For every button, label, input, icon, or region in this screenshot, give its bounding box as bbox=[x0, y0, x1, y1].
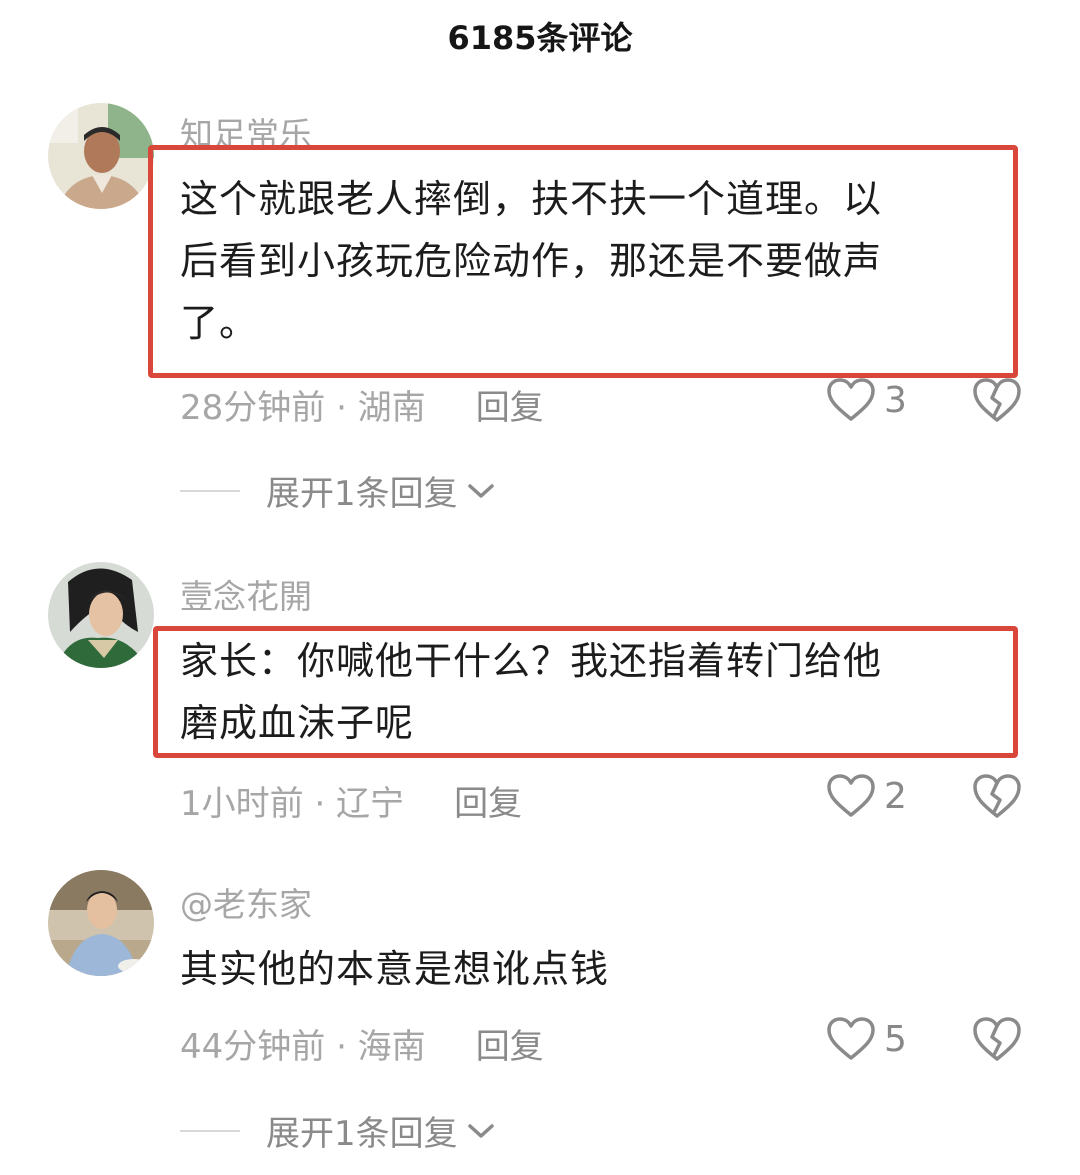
username[interactable]: 壹念花開 bbox=[180, 570, 312, 618]
like-button[interactable]: 3 bbox=[826, 377, 907, 423]
dislike-button[interactable] bbox=[972, 376, 1022, 424]
expand-replies-label: 展开1条回复 bbox=[266, 474, 458, 514]
time-location: 1小时前 · 辽宁 bbox=[180, 784, 405, 824]
expand-replies-button[interactable]: 展开1条回复 bbox=[180, 1106, 496, 1155]
highlight-box bbox=[148, 145, 1018, 378]
chevron-down-icon bbox=[467, 1123, 494, 1138]
like-button[interactable]: 5 bbox=[826, 1016, 907, 1062]
divider-line bbox=[180, 1129, 240, 1132]
avatar-image-icon bbox=[48, 562, 154, 668]
dislike-button[interactable] bbox=[972, 1015, 1022, 1063]
like-count: 2 bbox=[884, 775, 907, 817]
comment-line: 其实他的本意是想讹点钱 bbox=[180, 947, 610, 991]
divider-line bbox=[180, 489, 240, 492]
like-count: 3 bbox=[884, 379, 907, 421]
heart-outline-icon bbox=[827, 1017, 875, 1060]
highlight-box bbox=[153, 626, 1018, 758]
avatar[interactable] bbox=[48, 870, 154, 976]
expand-replies-button[interactable]: 展开1条回复 bbox=[180, 466, 496, 515]
like-count: 5 bbox=[884, 1018, 907, 1060]
avatar[interactable] bbox=[48, 562, 154, 668]
comment-meta: 1小时前 · 辽宁 回复 bbox=[180, 776, 522, 825]
reply-button[interactable]: 回复 bbox=[476, 1027, 544, 1067]
username[interactable]: @老东家 bbox=[180, 878, 312, 926]
time-location: 28分钟前 · 湖南 bbox=[180, 388, 426, 428]
chevron-down-icon bbox=[467, 483, 494, 498]
comment-text: 其实他的本意是想讹点钱 bbox=[180, 938, 1000, 1000]
avatar-image-icon bbox=[48, 103, 154, 209]
avatar[interactable] bbox=[48, 103, 154, 209]
heart-outline-icon bbox=[827, 774, 875, 817]
comments-count-title: 6185条评论 bbox=[447, 19, 633, 57]
reply-button[interactable]: 回复 bbox=[476, 388, 544, 428]
comment-meta: 28分钟前 · 湖南 回复 bbox=[180, 380, 544, 429]
avatar-image-icon bbox=[48, 870, 154, 976]
broken-heart-icon bbox=[973, 1017, 1021, 1061]
broken-heart-icon bbox=[973, 774, 1021, 818]
dislike-button[interactable] bbox=[972, 772, 1022, 820]
time-location: 44分钟前 · 海南 bbox=[180, 1027, 426, 1067]
heart-outline-icon bbox=[827, 378, 875, 421]
expand-replies-label: 展开1条回复 bbox=[266, 1114, 458, 1154]
comment-meta: 44分钟前 · 海南 回复 bbox=[180, 1019, 544, 1068]
like-button[interactable]: 2 bbox=[826, 773, 907, 819]
broken-heart-icon bbox=[973, 378, 1021, 422]
reply-button[interactable]: 回复 bbox=[454, 784, 522, 824]
